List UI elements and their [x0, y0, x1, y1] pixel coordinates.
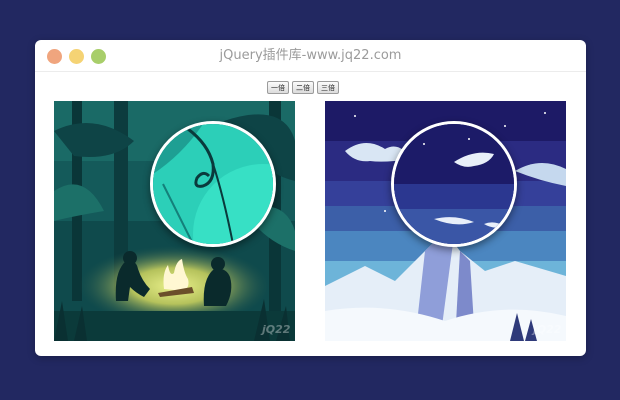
window-title: jQuery插件库-www.jq22.com — [219, 48, 402, 63]
zoom-button-group: 一倍 二倍 三倍 — [267, 81, 339, 95]
zoom-1x-button[interactable]: 一倍 — [267, 81, 289, 94]
image-watermark: jQ22 — [262, 323, 291, 336]
forest-campfire-image[interactable]: jQ22 — [54, 101, 295, 341]
magnified-sky — [394, 124, 514, 244]
magnified-vine — [153, 124, 273, 244]
zoom-2x-button[interactable]: 二倍 — [292, 81, 314, 94]
image-watermark: jQ22 — [533, 323, 562, 336]
magnifier-lens-right[interactable] — [391, 121, 517, 247]
title-bar: jQuery插件库-www.jq22.com — [35, 40, 586, 72]
browser-window: jQuery插件库-www.jq22.com 一倍 二倍 三倍 jQ22 jQ2… — [35, 40, 586, 356]
mountain-night-image[interactable]: jQ22 — [325, 101, 566, 341]
magnifier-lens-left[interactable] — [150, 121, 276, 247]
zoom-3x-button[interactable]: 三倍 — [317, 81, 339, 94]
